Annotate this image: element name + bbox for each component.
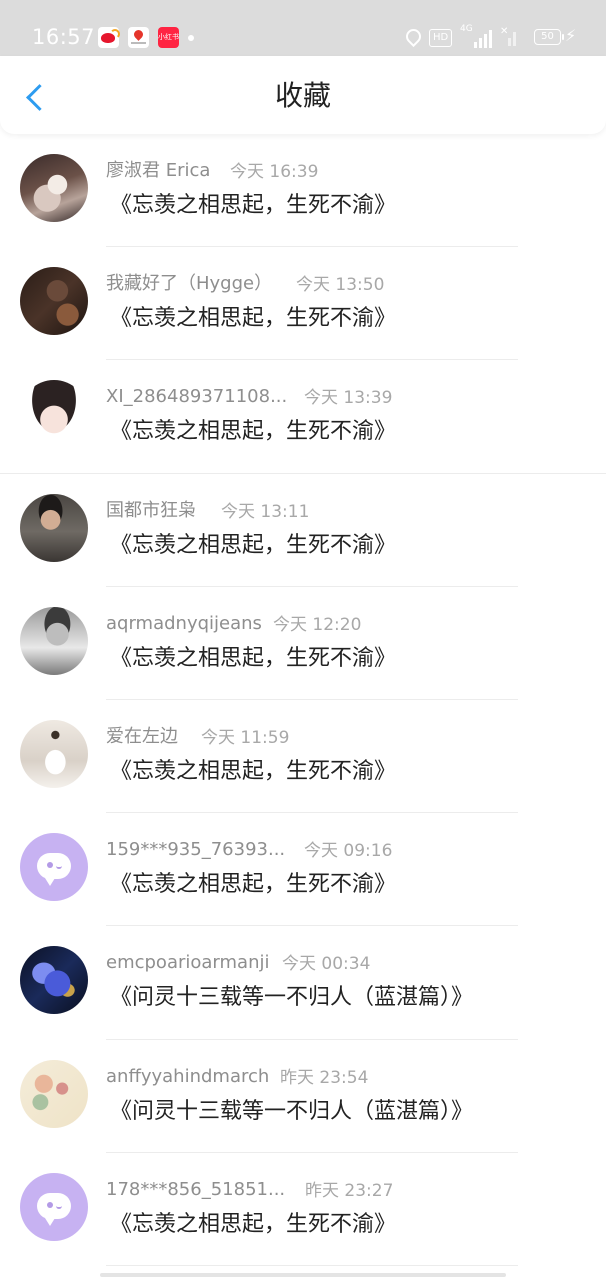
user-avatar[interactable] bbox=[20, 154, 88, 222]
timestamp: 今天 13:39 bbox=[304, 388, 393, 409]
favorite-title[interactable]: 《忘羡之相思起，生死不渝》 bbox=[110, 192, 396, 220]
user-name[interactable]: anffyyahindmarch bbox=[106, 1066, 269, 1088]
favorite-title[interactable]: 《忘羡之相思起，生死不渝》 bbox=[110, 532, 396, 560]
favorite-title[interactable]: 《忘羡之相思起，生死不渝》 bbox=[110, 305, 396, 333]
favorite-item[interactable]: aqrmadnyqijeans 今天 12:20 《忘羡之相思起，生死不渝》 bbox=[0, 587, 606, 700]
charging-bolt-icon: ⚡ bbox=[565, 26, 577, 45]
user-avatar[interactable] bbox=[20, 1172, 88, 1241]
page-title: 收藏 bbox=[274, 79, 331, 112]
timestamp: 今天 00:34 bbox=[282, 954, 371, 975]
status-bar: 16:57 小红书 HD 4G ✕ 50 ⚡ bbox=[0, 0, 606, 56]
timestamp: 今天 12:20 bbox=[273, 614, 362, 635]
user-avatar[interactable] bbox=[20, 946, 88, 1015]
timestamp: 今天 16:39 bbox=[230, 162, 319, 182]
user-avatar[interactable] bbox=[20, 606, 88, 675]
header: 收藏 bbox=[0, 56, 606, 134]
user-avatar[interactable] bbox=[20, 833, 88, 902]
shop-notification-icon: 小红书 bbox=[158, 27, 179, 48]
user-avatar[interactable] bbox=[20, 380, 88, 449]
chat-face-icon bbox=[37, 853, 71, 887]
network-type-label: 4G bbox=[460, 24, 473, 34]
chat-face-icon bbox=[37, 1192, 71, 1226]
favorite-item[interactable]: 178***856_51851... 昨天 23:27 《忘羡之相思起，生死不渝》 bbox=[0, 1153, 606, 1266]
signal-4g-icon: 4G bbox=[460, 24, 492, 48]
favorite-item[interactable]: emcpoarioarmanji 今天 00:34 《问灵十三载等一不归人（蓝湛篇）… bbox=[0, 926, 606, 1040]
favorite-title[interactable]: 《忘羡之相思起，生死不渝》 bbox=[110, 645, 396, 673]
favorite-title[interactable]: 《问灵十三载等一不归人（蓝湛篇）》 bbox=[110, 984, 473, 1012]
timestamp: 昨天 23:27 bbox=[305, 1180, 394, 1201]
favorite-item[interactable]: 爱在左边 今天 11:59 《忘羡之相思起，生死不渝》 bbox=[0, 700, 606, 814]
divider bbox=[106, 1264, 518, 1266]
favorite-title[interactable]: 《忘羡之相思起，生死不渝》 bbox=[110, 758, 396, 786]
timestamp: 今天 09:16 bbox=[304, 841, 393, 862]
timestamp: 今天 13:50 bbox=[296, 275, 385, 296]
timestamp: 今天 11:59 bbox=[201, 727, 290, 748]
favorite-title[interactable]: 《忘羡之相思起，生死不渝》 bbox=[110, 1211, 396, 1239]
user-avatar[interactable] bbox=[20, 493, 88, 562]
home-indicator[interactable] bbox=[100, 1273, 506, 1277]
user-name[interactable]: aqrmadnyqijeans bbox=[106, 613, 262, 635]
timestamp: 昨天 23:54 bbox=[280, 1067, 369, 1088]
favorite-item[interactable]: 159***935_76393... 今天 09:16 《忘羡之相思起，生死不渝》 bbox=[0, 813, 606, 927]
favorite-title[interactable]: 《问灵十三载等一不归人（蓝湛篇）》 bbox=[110, 1098, 473, 1126]
status-time: 16:57 bbox=[32, 25, 96, 49]
favorite-item[interactable]: anffyyahindmarch 昨天 23:54 《问灵十三载等一不归人（蓝湛篇）… bbox=[0, 1040, 606, 1153]
favorite-item[interactable]: XI_286489371108... 今天 13:39 《忘羡之相思起，生死不渝》 bbox=[0, 360, 606, 474]
shop-notification-label: 小红书 bbox=[158, 33, 179, 41]
user-name[interactable]: XI_286489371108... bbox=[106, 386, 287, 408]
user-name[interactable]: 爱在左边 bbox=[106, 726, 178, 748]
favorites-list: 廖淑君 Erica 今天 16:39 《忘羡之相思起，生死不渝》 我藏好了（Hygge… bbox=[0, 134, 606, 1266]
hd-icon: HD bbox=[429, 29, 453, 47]
user-name[interactable]: emcpoarioarmanji bbox=[106, 952, 269, 974]
battery-icon: 50 bbox=[534, 29, 564, 45]
user-avatar[interactable] bbox=[20, 1059, 88, 1128]
user-avatar[interactable] bbox=[20, 719, 88, 788]
favorite-title[interactable]: 《忘羡之相思起，生死不渝》 bbox=[110, 871, 396, 899]
user-name[interactable]: 我藏好了（Hygge） bbox=[106, 273, 272, 295]
timestamp: 今天 13:11 bbox=[221, 501, 310, 522]
favorite-item[interactable]: 我藏好了（Hygge） 今天 13:50 《忘羡之相思起，生死不渝》 bbox=[0, 247, 606, 361]
more-notifications-dot-icon bbox=[188, 35, 194, 41]
maps-notification-icon bbox=[128, 27, 149, 48]
user-avatar[interactable] bbox=[20, 267, 88, 336]
favorite-title[interactable]: 《忘羡之相思起，生死不渝》 bbox=[110, 418, 396, 446]
favorite-item[interactable]: 国都市狂枭 今天 13:11 《忘羡之相思起，生死不渝》 bbox=[0, 474, 606, 587]
favorite-item[interactable]: 廖淑君 Erica 今天 16:39 《忘羡之相思起，生死不渝》 bbox=[0, 134, 606, 248]
weibo-notification-icon bbox=[98, 27, 120, 48]
location-icon bbox=[402, 25, 425, 48]
user-name[interactable]: 廖淑君 Erica bbox=[106, 160, 210, 182]
signal-no-service-icon: ✕ bbox=[500, 26, 516, 46]
user-name[interactable]: 178***856_51851... bbox=[106, 1179, 285, 1201]
user-name[interactable]: 国都市狂枭 bbox=[106, 500, 196, 522]
user-name[interactable]: 159***935_76393... bbox=[106, 839, 285, 861]
